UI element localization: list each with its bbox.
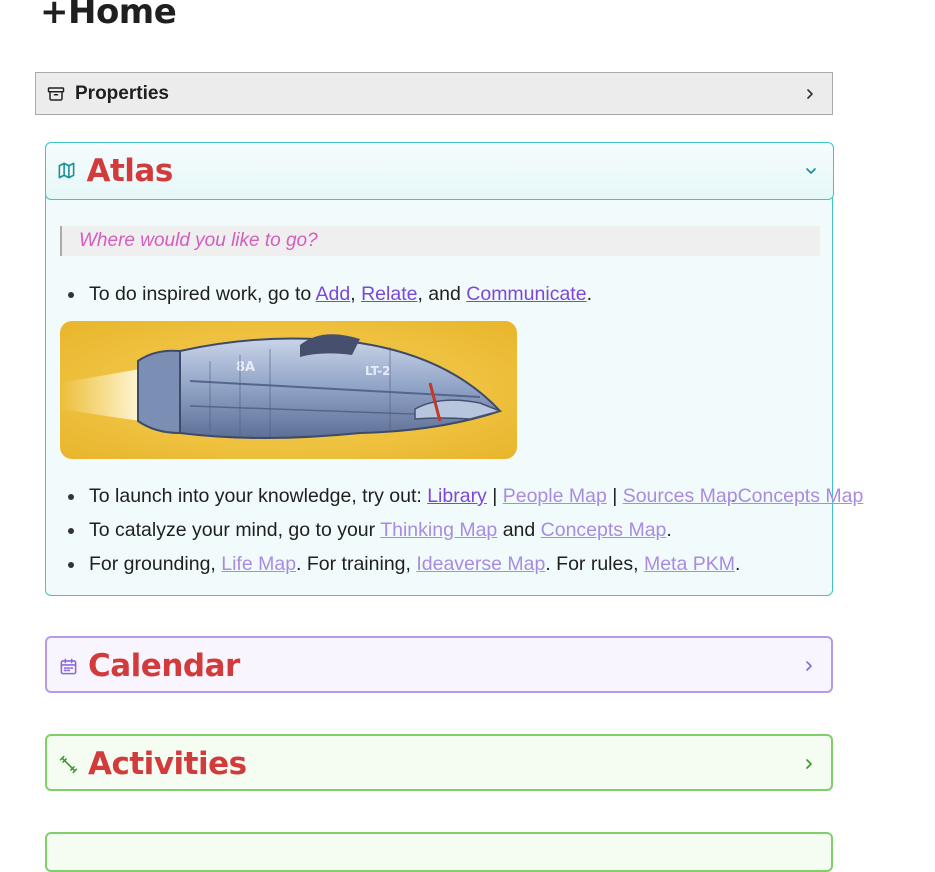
svg-text:8A: 8A	[236, 360, 255, 375]
activities-callout-header[interactable]: Activities	[47, 736, 831, 792]
calendar-title: Calendar	[88, 648, 240, 684]
link-communicate[interactable]: Communicate	[466, 283, 586, 305]
link-life-map[interactable]: Life Map	[221, 553, 296, 575]
atlas-callout-header[interactable]: Atlas	[44, 141, 834, 200]
map-icon	[57, 161, 77, 181]
link-concepts-map[interactable]: Concepts Map	[541, 519, 667, 541]
chevron-right-icon[interactable]	[802, 86, 818, 102]
link-sources-map[interactable]: Sources Map	[623, 485, 738, 507]
next-callout[interactable]	[45, 832, 833, 872]
page-title: +Home	[40, 0, 177, 32]
chevron-right-icon[interactable]	[801, 658, 817, 674]
list-item: For grounding, Life Map. For training, I…	[68, 547, 740, 581]
archive-icon	[47, 85, 65, 103]
calendar-callout-header[interactable]: Calendar	[47, 638, 831, 694]
calendar-callout[interactable]: Calendar	[45, 636, 833, 693]
atlas-quote: Where would you like to go?	[60, 226, 820, 256]
chevron-right-icon[interactable]	[801, 756, 817, 772]
link-library[interactable]: Library	[427, 485, 487, 507]
dumbbell-icon	[58, 754, 78, 774]
link-meta-pkm[interactable]: Meta PKM	[644, 553, 735, 575]
atlas-list-top: To do inspired work, go to Add, Relate, …	[68, 277, 592, 311]
list-item: To catalyze your mind, go to your Thinki…	[68, 513, 740, 547]
list-item: To do inspired work, go to Add, Relate, …	[68, 277, 592, 311]
spaceship-image: 8A LT-2	[60, 321, 517, 459]
chevron-down-icon[interactable]	[803, 163, 819, 179]
link-ideaverse-map[interactable]: Ideaverse Map	[416, 553, 545, 575]
properties-panel[interactable]: Properties	[35, 72, 833, 115]
activities-title: Activities	[88, 746, 247, 782]
link-relate[interactable]: Relate	[361, 283, 417, 305]
overlapping-links: Sources MapConcepts Map	[623, 479, 864, 513]
activities-callout[interactable]: Activities	[45, 734, 833, 791]
atlas-callout: Atlas Where would you like to go? To do …	[44, 141, 864, 596]
link-thinking-map[interactable]: Thinking Map	[380, 519, 497, 541]
link-add[interactable]: Add	[316, 283, 351, 305]
atlas-title: Atlas	[86, 152, 174, 189]
svg-text:LT-2: LT-2	[365, 364, 390, 378]
link-concepts-map-overlap[interactable]: Concepts Map	[738, 485, 864, 507]
calendar-icon	[58, 656, 78, 676]
atlas-list-bottom: To launch into your knowledge, try out: …	[68, 479, 864, 581]
properties-label: Properties	[75, 82, 169, 104]
list-item: To launch into your knowledge, try out: …	[68, 479, 864, 513]
link-people-map[interactable]: People Map	[503, 485, 607, 507]
